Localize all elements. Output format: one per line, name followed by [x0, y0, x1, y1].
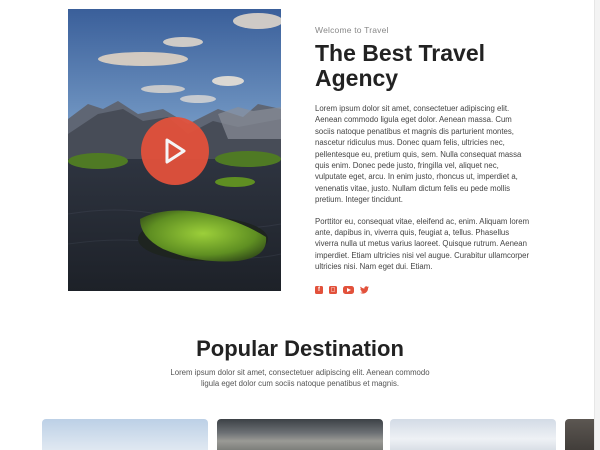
about-title: The Best Travel Agency — [315, 40, 486, 91]
facebook-icon[interactable]: f — [315, 285, 323, 294]
about-section: Welcome to Travel The Best Travel Agency… — [315, 25, 530, 294]
instagram-icon[interactable]: ◻ — [329, 285, 337, 294]
scrollbar-track[interactable] — [594, 0, 600, 450]
destination-card[interactable] — [42, 419, 208, 450]
page: Welcome to Travel The Best Travel Agency… — [0, 0, 600, 450]
destinations-subtitle: Lorem ipsum dolor sit amet, consectetuer… — [170, 368, 430, 388]
twitter-icon[interactable] — [360, 285, 369, 294]
destination-card[interactable] — [390, 419, 556, 450]
youtube-icon[interactable] — [343, 285, 354, 294]
destination-card[interactable] — [217, 419, 383, 450]
about-paragraph-2: Porttitor eu, consequat vitae, eleifend … — [315, 216, 530, 272]
play-button[interactable] — [141, 117, 209, 185]
social-links: f ◻ — [315, 285, 530, 294]
play-icon — [165, 138, 186, 164]
hero-video-thumbnail[interactable] — [68, 9, 281, 291]
about-paragraph-1: Lorem ipsum dolor sit amet, consectetuer… — [315, 104, 522, 205]
about-eyebrow: Welcome to Travel — [315, 25, 389, 35]
destinations-title: Popular Destination — [196, 336, 404, 361]
